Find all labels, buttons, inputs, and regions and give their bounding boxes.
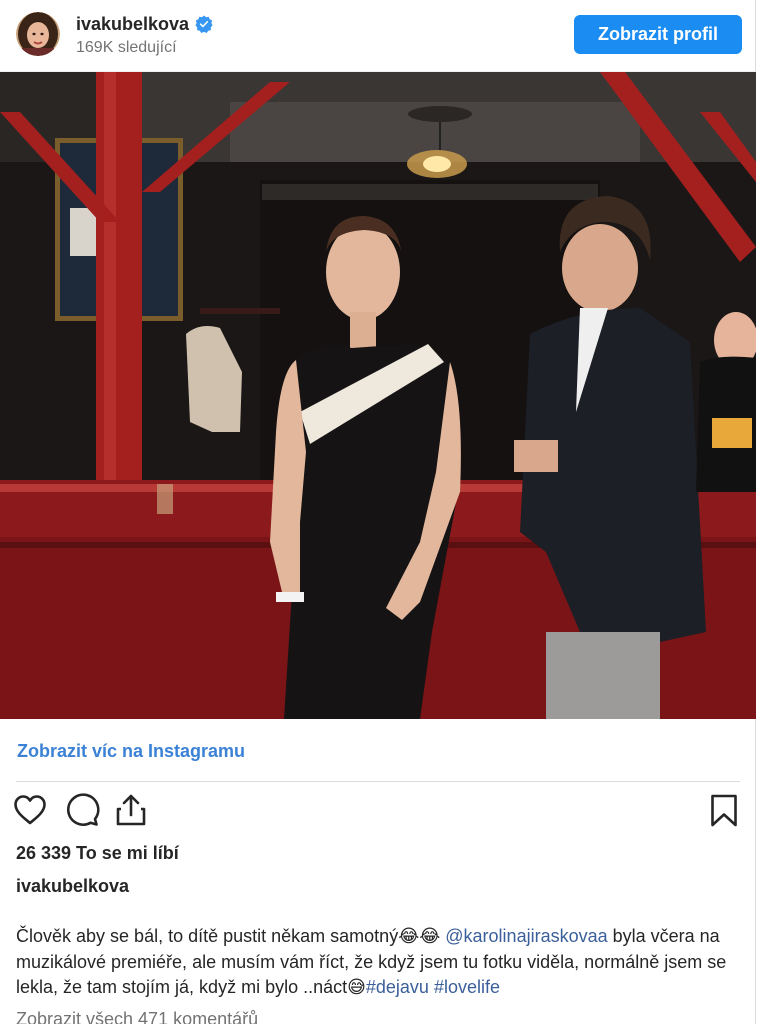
username-row: ivakubelkova [76, 13, 213, 35]
verified-badge-icon [195, 15, 213, 33]
instagram-embed-card: ivakubelkova 169K sledující Zobrazit pro… [0, 0, 756, 1024]
hashtag-link[interactable]: #lovelife [434, 977, 500, 997]
share-icon[interactable] [113, 792, 149, 828]
view-profile-button[interactable]: Zobrazit profil [574, 15, 742, 54]
divider [16, 781, 740, 782]
hashtag-link[interactable]: #dejavu [366, 977, 429, 997]
post-caption: Člověk aby se bál, to dítě pustit někam … [16, 924, 746, 1001]
username[interactable]: ivakubelkova [76, 13, 189, 35]
likes-count[interactable]: 26 339 To se mi líbí [16, 842, 179, 864]
view-more-on-instagram-link[interactable]: Zobrazit víc na Instagramu [17, 740, 245, 762]
bookmark-icon[interactable] [706, 792, 742, 828]
post-photo[interactable] [0, 72, 756, 719]
post-header: ivakubelkova 169K sledující Zobrazit pro… [0, 0, 756, 72]
view-all-comments-link[interactable]: Zobrazit všech 471 komentářů [16, 1008, 258, 1024]
action-bar [0, 790, 756, 834]
heart-icon[interactable] [12, 792, 48, 828]
post-photo-image [0, 72, 756, 719]
caption-text: Člověk aby se bál, to dítě pustit někam … [16, 926, 446, 946]
caption-mention-link[interactable]: @karolinajiraskovaa [445, 926, 607, 946]
user-block: ivakubelkova 169K sledující [76, 13, 213, 58]
comment-icon[interactable] [64, 792, 100, 828]
caption-username[interactable]: ivakubelkova [16, 875, 129, 897]
avatar[interactable] [16, 12, 60, 56]
followers-count: 169K sledující [76, 39, 177, 56]
